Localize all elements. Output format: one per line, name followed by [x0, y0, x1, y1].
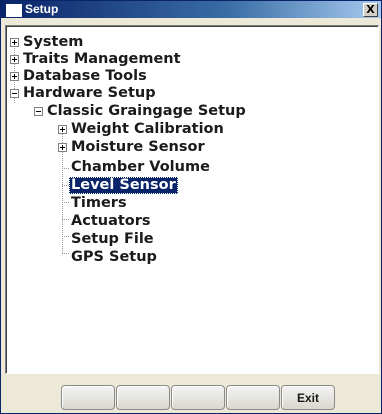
setup-tree: System Traits Management Database Tools …	[5, 25, 379, 374]
tree-item-label: System	[23, 34, 84, 50]
close-button[interactable]: X	[363, 3, 378, 17]
tree-item-label: Traits Management	[23, 51, 181, 67]
collapse-icon[interactable]	[34, 107, 43, 116]
blank-button-3[interactable]	[171, 385, 225, 410]
tree-item-label: Hardware Setup	[23, 85, 156, 101]
exit-button[interactable]: Exit	[281, 385, 335, 410]
tree-item-label: Actuators	[71, 213, 151, 229]
expand-icon[interactable]	[10, 38, 19, 47]
tree-item-label: Timers	[71, 195, 127, 211]
tree-item-label: Setup File	[71, 231, 154, 247]
blank-button-4[interactable]	[226, 385, 280, 410]
tree-item-label: Weight Calibration	[71, 121, 224, 137]
tree-item-label-selected: Level Sensor	[69, 177, 178, 194]
tree-item-label: Chamber Volume	[71, 159, 210, 175]
expand-icon[interactable]	[10, 72, 19, 81]
window-icon	[6, 4, 22, 17]
expand-icon[interactable]	[58, 143, 67, 152]
setup-window: Setup X System Traits Management Databas…	[0, 0, 382, 414]
expand-icon[interactable]	[10, 55, 19, 64]
tree-item-label: GPS Setup	[71, 249, 157, 265]
expand-icon[interactable]	[58, 125, 67, 134]
tree-item-label: Moisture Sensor	[71, 139, 205, 155]
blank-button-2[interactable]	[116, 385, 170, 410]
blank-button-1[interactable]	[61, 385, 115, 410]
tree-item-label: Database Tools	[23, 68, 147, 84]
window-title: Setup	[25, 2, 59, 16]
collapse-icon[interactable]	[10, 89, 19, 98]
tree-item-label: Classic Graingage Setup	[47, 103, 246, 119]
title-bar[interactable]: Setup X	[1, 1, 381, 18]
bottom-button-bar: Exit	[1, 377, 381, 413]
